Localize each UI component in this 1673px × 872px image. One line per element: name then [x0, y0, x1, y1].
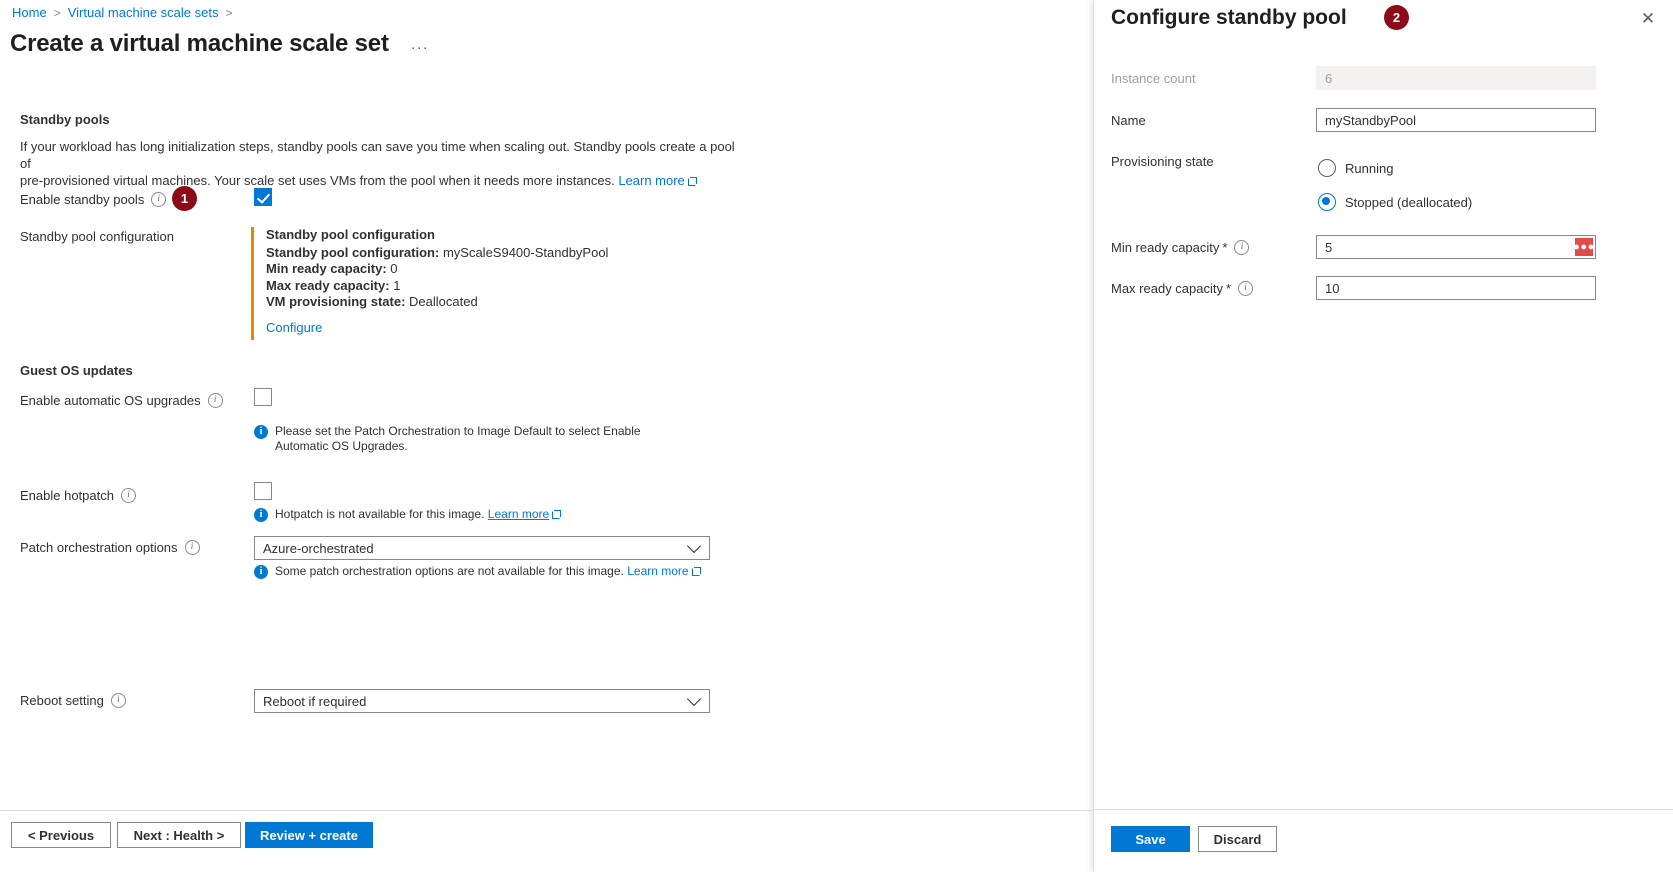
close-icon[interactable]: ✕ [1635, 6, 1661, 32]
patch-orchestration-info-text: Some patch orchestration options are not… [275, 564, 624, 578]
breadcrumb-item-home[interactable]: Home [12, 4, 47, 22]
provisioning-state-option-label: Stopped (deallocated) [1345, 195, 1472, 210]
chevron-down-icon [687, 691, 701, 705]
required-marker: * [1226, 281, 1231, 296]
hotpatch-learn-more-link[interactable]: Learn more [488, 507, 561, 521]
info-icon [254, 565, 268, 579]
automatic-os-upgrades-info-message: Please set the Patch Orchestration to Im… [254, 424, 694, 454]
page-title-row: Create a virtual machine scale set ··· [10, 30, 429, 58]
callout-title: Standby pool configuration [266, 227, 686, 244]
provisioning-state-radio-stopped[interactable]: Stopped (deallocated) [1318, 193, 1472, 211]
enable-standby-pools-checkbox[interactable] [254, 188, 272, 206]
breadcrumb-separator-2: > [225, 4, 232, 22]
info-icon[interactable] [121, 488, 136, 503]
automatic-os-upgrades-info-text: Please set the Patch Orchestration to Im… [275, 424, 694, 454]
configure-standby-pool-panel: Configure standby pool 2 ✕ Instance coun… [1093, 0, 1673, 872]
next-health-button[interactable]: Next : Health > [117, 822, 241, 848]
standby-pools-learn-more-link[interactable]: Learn more [618, 173, 696, 188]
hotpatch-info-message: Hotpatch is not available for this image… [254, 507, 704, 522]
enable-automatic-os-upgrades-label: Enable automatic OS upgrades [20, 393, 223, 408]
previous-button[interactable]: < Previous [11, 822, 111, 848]
standby-pools-description: If your workload has long initialization… [20, 138, 740, 189]
panel-header: Configure standby pool 2 ✕ [1094, 0, 1673, 46]
standby-pools-description-line1: If your workload has long initialization… [20, 139, 735, 171]
step-badge-2: 2 [1384, 5, 1409, 30]
provisioning-state-radio-running[interactable]: Running [1318, 159, 1393, 177]
info-icon [254, 425, 268, 439]
breadcrumb-separator: > [54, 4, 61, 22]
min-ready-capacity-input[interactable]: 5 ●●● [1316, 235, 1596, 259]
standby-pool-configuration-label: Standby pool configuration [20, 229, 174, 244]
info-icon[interactable] [208, 393, 223, 408]
info-icon[interactable] [151, 192, 166, 207]
radio-icon [1318, 193, 1336, 211]
name-value: myStandbyPool [1325, 113, 1416, 128]
chevron-down-icon [687, 538, 701, 552]
panel-title-row: Configure standby pool [1111, 6, 1347, 30]
breadcrumb: Home > Virtual machine scale sets > [12, 4, 240, 22]
hotpatch-info-text: Hotpatch is not available for this image… [275, 507, 484, 521]
step-badge-1: 1 [172, 186, 197, 211]
stepper-spinner-icon[interactable]: ●●● [1575, 238, 1593, 256]
info-icon[interactable] [1234, 240, 1249, 255]
min-ready-capacity-value: 5 [1325, 240, 1332, 255]
max-ready-capacity-value: 10 [1325, 281, 1339, 296]
configure-link[interactable]: Configure [266, 320, 322, 337]
enable-standby-pools-label: Enable standby pools [20, 192, 166, 207]
create-vmss-main-pane: Home > Virtual machine scale sets > Crea… [0, 0, 1094, 872]
save-button[interactable]: Save [1111, 826, 1190, 852]
reboot-setting-dropdown[interactable]: Reboot if required [254, 689, 710, 713]
callout-row-min-ready: Min ready capacity: 0 [266, 261, 686, 278]
external-link-icon [692, 567, 701, 576]
min-ready-capacity-label: Min ready capacity * [1111, 240, 1249, 255]
instance-count-field: 6 [1316, 66, 1596, 90]
radio-icon [1318, 159, 1336, 177]
reboot-setting-value: Reboot if required [263, 694, 689, 709]
instance-count-value: 6 [1325, 71, 1332, 86]
discard-button[interactable]: Discard [1198, 826, 1277, 852]
info-icon[interactable] [185, 540, 200, 555]
panel-footer: Save Discard [1094, 809, 1673, 872]
panel-title: Configure standby pool [1111, 6, 1347, 29]
patch-orchestration-options-value: Azure-orchestrated [263, 541, 689, 556]
enable-hotpatch-label: Enable hotpatch [20, 488, 136, 503]
provisioning-state-label: Provisioning state [1111, 154, 1214, 169]
enable-automatic-os-upgrades-checkbox[interactable] [254, 388, 272, 406]
standby-pools-description-line2: pre-provisioned virtual machines. Your s… [20, 173, 615, 188]
breadcrumb-item-virtual-machine-scale-sets[interactable]: Virtual machine scale sets [68, 4, 219, 22]
page-title: Create a virtual machine scale set [10, 30, 389, 58]
reboot-setting-label: Reboot setting [20, 693, 126, 708]
standby-pools-section-title: Standby pools [20, 112, 110, 127]
patch-orchestration-info-message: Some patch orchestration options are not… [254, 564, 724, 579]
info-icon[interactable] [1238, 281, 1253, 296]
more-options-icon[interactable]: ··· [411, 33, 429, 56]
external-link-icon [552, 510, 561, 519]
provisioning-state-option-label: Running [1345, 161, 1393, 176]
patch-orchestration-learn-more-link[interactable]: Learn more [627, 564, 700, 578]
external-link-icon [688, 177, 697, 186]
required-marker: * [1222, 240, 1227, 255]
patch-orchestration-options-dropdown[interactable]: Azure-orchestrated [254, 536, 710, 560]
callout-row-pool-name: Standby pool configuration: myScaleS9400… [266, 245, 686, 262]
name-label: Name [1111, 113, 1146, 128]
name-input[interactable]: myStandbyPool [1316, 108, 1596, 132]
enable-hotpatch-checkbox[interactable] [254, 482, 272, 500]
max-ready-capacity-input[interactable]: 10 [1316, 276, 1596, 300]
standby-pool-configuration-callout: Standby pool configuration Standby pool … [251, 227, 686, 340]
review-create-button[interactable]: Review + create [245, 822, 373, 848]
patch-orchestration-options-label: Patch orchestration options [20, 540, 200, 555]
instance-count-label: Instance count [1111, 71, 1196, 86]
max-ready-capacity-label: Max ready capacity * [1111, 281, 1253, 296]
guest-os-updates-section-title: Guest OS updates [20, 363, 133, 378]
info-icon [254, 508, 268, 522]
wizard-footer: < Previous Next : Health > Review + crea… [0, 810, 1094, 872]
callout-row-vm-provisioning-state: VM provisioning state: Deallocated [266, 294, 686, 311]
info-icon[interactable] [111, 693, 126, 708]
callout-row-max-ready: Max ready capacity: 1 [266, 278, 686, 295]
